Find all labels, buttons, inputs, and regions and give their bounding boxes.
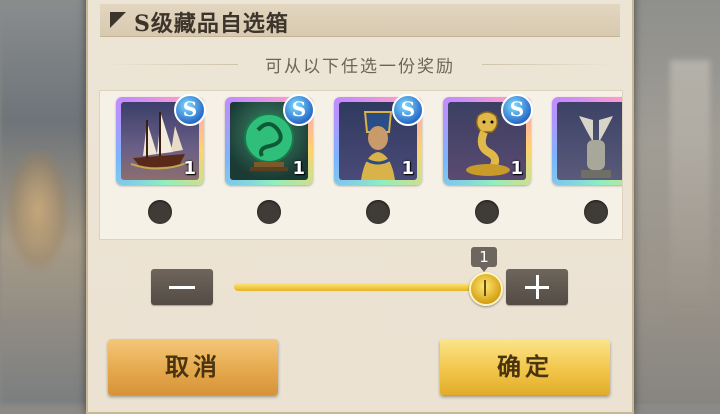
decrease-quantity-button[interactable] xyxy=(151,269,213,305)
dialog-header: S级藏品自选箱 xyxy=(100,4,620,37)
plus-icon-vertical xyxy=(536,275,539,299)
item-count: 1 xyxy=(401,158,414,179)
rarity-s-badge: S xyxy=(392,94,424,126)
select-radio-jade-dragon[interactable] xyxy=(257,200,281,224)
rarity-s-badge: S xyxy=(283,94,315,126)
quantity-value-tag: 1 xyxy=(471,247,497,272)
rarity-s-badge: S xyxy=(501,94,533,126)
dialog-subtitle: 可从以下任选一份奖励 xyxy=(265,57,455,77)
reward-list[interactable]: S 1 S 1 S 1 S 1 xyxy=(99,90,623,240)
quantity-slider-track[interactable] xyxy=(234,283,490,291)
reward-item-golden-cobra[interactable]: S 1 xyxy=(443,94,533,185)
winged-statue-icon xyxy=(557,102,622,180)
quantity-slider-handle[interactable] xyxy=(469,272,503,306)
item-count: 1 xyxy=(183,158,196,179)
reward-item-pharaoh-bust[interactable]: S 1 xyxy=(334,94,424,185)
minus-icon xyxy=(169,286,195,289)
rarity-s-badge: S xyxy=(174,94,206,126)
select-radio-ship[interactable] xyxy=(148,200,172,224)
handle-grip xyxy=(484,280,486,296)
select-radio-golden-cobra[interactable] xyxy=(475,200,499,224)
triangle-marker-icon xyxy=(110,12,126,28)
quantity-slider-fill xyxy=(234,283,490,291)
item-count: 1 xyxy=(510,158,523,179)
select-radio-pharaoh-bust[interactable] xyxy=(366,200,390,224)
increase-quantity-button[interactable] xyxy=(506,269,568,305)
reward-item-winged-statue[interactable] xyxy=(552,97,622,185)
confirm-button[interactable]: 确定 xyxy=(440,339,610,395)
item-count: 1 xyxy=(292,158,305,179)
reward-item-ship[interactable]: S 1 xyxy=(116,94,206,185)
select-radio-winged-statue[interactable] xyxy=(584,200,608,224)
dialog-title: S级藏品自选箱 xyxy=(134,11,289,37)
background-left xyxy=(0,0,86,404)
cancel-button[interactable]: 取消 xyxy=(108,339,278,395)
reward-item-jade-dragon[interactable]: S 1 xyxy=(225,94,315,185)
background-right xyxy=(634,0,720,404)
